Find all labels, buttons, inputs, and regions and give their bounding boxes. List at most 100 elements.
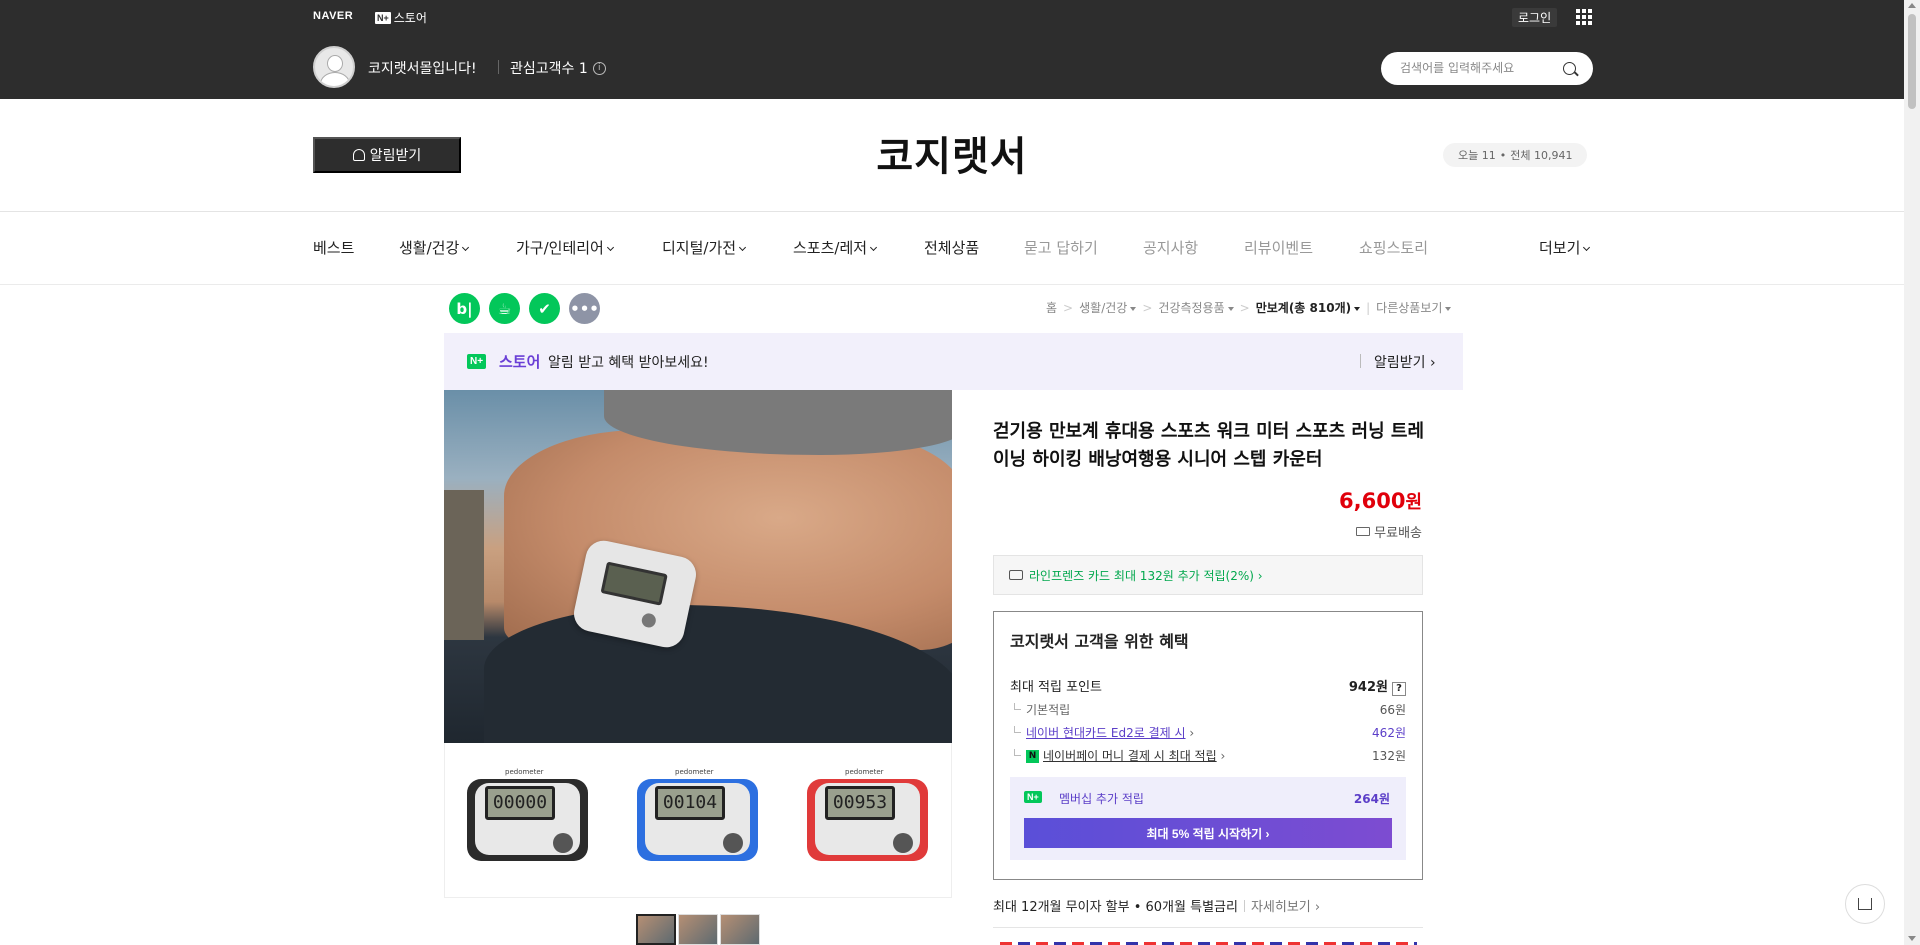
breadcrumb-sep: >	[1063, 300, 1074, 315]
fav-customer-count: 관심고객수 1 i	[510, 58, 606, 78]
max-points-value: 942원	[1348, 680, 1388, 695]
card-offer-banner[interactable]: 라인프렌즈 카드 최대 132원 추가 적립(2%) ›	[993, 555, 1423, 595]
chevron-down-icon	[606, 243, 614, 252]
cafe-share-icon[interactable]: ☕	[489, 293, 520, 324]
npay-link[interactable]: 네이버페이 머니 결제 시 최대 적립	[1043, 749, 1217, 763]
variant-label: pedometer	[675, 768, 714, 776]
promo-alarm-link[interactable]: 알림받기 ›	[1374, 352, 1436, 372]
nav-item-more[interactable]: 더보기	[1539, 237, 1591, 258]
promo-store-word: 스토어	[499, 353, 541, 371]
search-icon[interactable]	[1563, 62, 1576, 75]
share-icon	[1858, 898, 1872, 910]
apps-grid-icon[interactable]	[1576, 9, 1592, 25]
store-avatar[interactable]	[313, 46, 355, 88]
basic-points-value: 66원	[1379, 703, 1406, 717]
nplus-badge: N+	[1024, 791, 1042, 803]
nav-item-sports[interactable]: 스포츠/레저	[793, 237, 878, 258]
top-bar: NAVER N+ 스토어 로그인 코지랫서몰입니다! 관심고객수 1 i	[0, 0, 1920, 99]
nav-item-notice[interactable]: 공지사항	[1143, 237, 1198, 258]
scrollbar-thumb[interactable]	[1908, 14, 1916, 109]
card-points-row: 네이버 현대카드 Ed2로 결제 시 › 462원	[1010, 724, 1406, 741]
scrollbar[interactable]	[1904, 0, 1920, 945]
scroll-up-icon[interactable]	[1908, 3, 1916, 8]
scroll-down-icon[interactable]	[1908, 936, 1916, 941]
chevron-down-icon	[462, 243, 470, 252]
thumbnail-2[interactable]	[678, 914, 718, 945]
breadcrumb-sep: >	[1239, 300, 1250, 315]
login-button[interactable]: 로그인	[1512, 8, 1558, 27]
search-input[interactable]	[1400, 61, 1560, 75]
visit-count: 오늘 11 • 전체 10,941	[1443, 143, 1588, 167]
pay-points-row: N 네이버페이 머니 결제 시 최대 적립 › 132원	[1010, 747, 1406, 764]
blog-share-icon[interactable]: b|	[449, 293, 480, 324]
nav-item-best[interactable]: 베스트	[313, 237, 354, 258]
promo-banner: N+ 스토어 알림 받고 혜택 받아보세요! 알림받기 ›	[444, 333, 1463, 390]
benefit-title: 코지랫서 고객을 위한 혜택	[1010, 632, 1189, 651]
thumbnail-1[interactable]	[636, 914, 676, 945]
breadcrumb-cat2[interactable]: 건강측정용품	[1158, 299, 1234, 316]
breadcrumb-sep: |	[1366, 300, 1371, 315]
chevron-down-icon	[739, 243, 747, 252]
variant-screen: 00104	[655, 786, 725, 820]
membership-value: 264원	[1353, 792, 1390, 806]
installment-text: 최대 12개월 무이자 할부 • 60개월 특별금리	[993, 900, 1238, 915]
chevron-down-icon	[870, 243, 878, 252]
membership-box: N+ 멤버십 추가 적립 264원 최대 5% 적립 시작하기 ›	[1010, 777, 1406, 860]
thumbnail-3[interactable]	[720, 914, 760, 945]
breadcrumb-cat1[interactable]: 생활/건강	[1079, 299, 1137, 316]
variant-red[interactable]: pedometer 00953	[795, 761, 940, 871]
breadcrumb-home[interactable]: 홈	[1046, 299, 1057, 316]
variant-black[interactable]: pedometer 00000	[455, 761, 600, 871]
other-products-link[interactable]: 다른상품보기	[1376, 299, 1452, 316]
divider	[1243, 899, 1245, 912]
caret-down-icon	[1227, 306, 1234, 311]
divider	[498, 60, 499, 74]
divider	[0, 284, 1904, 285]
chevron-down-icon	[1583, 243, 1591, 252]
more-share-icon[interactable]: •••	[569, 293, 600, 324]
membership-start-button[interactable]: 최대 5% 적립 시작하기 ›	[1024, 818, 1392, 848]
card-offer-text: 라인프렌즈 카드 최대 132원 추가 적립(2%) ›	[1029, 568, 1263, 583]
npay-icon: N	[1026, 750, 1039, 763]
installment-info: 최대 12개월 무이자 할부 • 60개월 특별금리 자세히보기 ›	[993, 896, 1320, 915]
nav-item-qna[interactable]: 묻고 답하기	[1024, 237, 1098, 258]
installment-more-link[interactable]: 자세히보기 ›	[1251, 896, 1320, 915]
nav-item-review-event[interactable]: 리뷰이벤트	[1244, 237, 1313, 258]
benefit-box: 코지랫서 고객을 위한 혜택 최대 적립 포인트 942원? 기본적립 66원 …	[993, 611, 1423, 880]
product-main-image[interactable]	[444, 390, 952, 743]
info-icon[interactable]: i	[592, 61, 606, 75]
category-nav: 베스트 생활/건강 가구/인테리어 디지털/가전 스포츠/레저 전체상품 묻고 …	[313, 237, 1593, 259]
max-points-label: 최대 적립 포인트	[1010, 680, 1102, 695]
help-icon[interactable]: ?	[1392, 682, 1406, 696]
nav-item-furniture[interactable]: 가구/인테리어	[516, 237, 614, 258]
hyundai-card-link[interactable]: 네이버 현대카드 Ed2로 결제 시	[1026, 726, 1186, 740]
fav-count-label: 관심고객수 1	[510, 61, 588, 77]
nstore-logo[interactable]: N+ 스토어	[375, 9, 427, 26]
bookmark-share-icon[interactable]: ✔	[529, 293, 560, 324]
promo-text: 알림 받고 혜택 받아보세요!	[548, 355, 709, 371]
breadcrumb-sep: >	[1142, 300, 1153, 315]
variant-button	[553, 833, 573, 853]
nav-item-living-health[interactable]: 생활/건강	[399, 237, 470, 258]
variant-label: pedometer	[845, 768, 884, 776]
caret-down-icon	[1130, 306, 1137, 311]
product-title: 걷기용 만보계 휴대용 스포츠 워크 미터 스포츠 러닝 트레이닝 하이킹 배낭…	[993, 421, 1425, 470]
breadcrumb-cat3[interactable]: 만보계(총 810개)	[1256, 299, 1361, 316]
share-floating-button[interactable]	[1845, 884, 1885, 924]
nav-item-all-products[interactable]: 전체상품	[924, 237, 979, 258]
nstore-label: 스토어	[393, 11, 427, 25]
thumbnail-list	[636, 914, 760, 945]
site-title[interactable]: 코지랫서	[0, 124, 1904, 182]
visit-today: 오늘 11	[1458, 149, 1496, 162]
variant-screen: 00000	[485, 786, 555, 820]
variant-blue[interactable]: pedometer 00104	[625, 761, 770, 871]
nplus-badge: N+	[375, 11, 391, 24]
store-name[interactable]: 코지랫서몰입니다!	[368, 58, 477, 78]
membership-label: 멤버십 추가 적립	[1059, 792, 1144, 806]
divider	[993, 927, 1423, 928]
pedometer-button	[640, 612, 658, 629]
naver-logo[interactable]: NAVER	[313, 10, 353, 22]
card-points-value: 462원	[1372, 726, 1406, 740]
nav-item-shopping-story[interactable]: 쇼핑스토리	[1359, 237, 1428, 258]
nav-item-digital[interactable]: 디지털/가전	[662, 237, 747, 258]
